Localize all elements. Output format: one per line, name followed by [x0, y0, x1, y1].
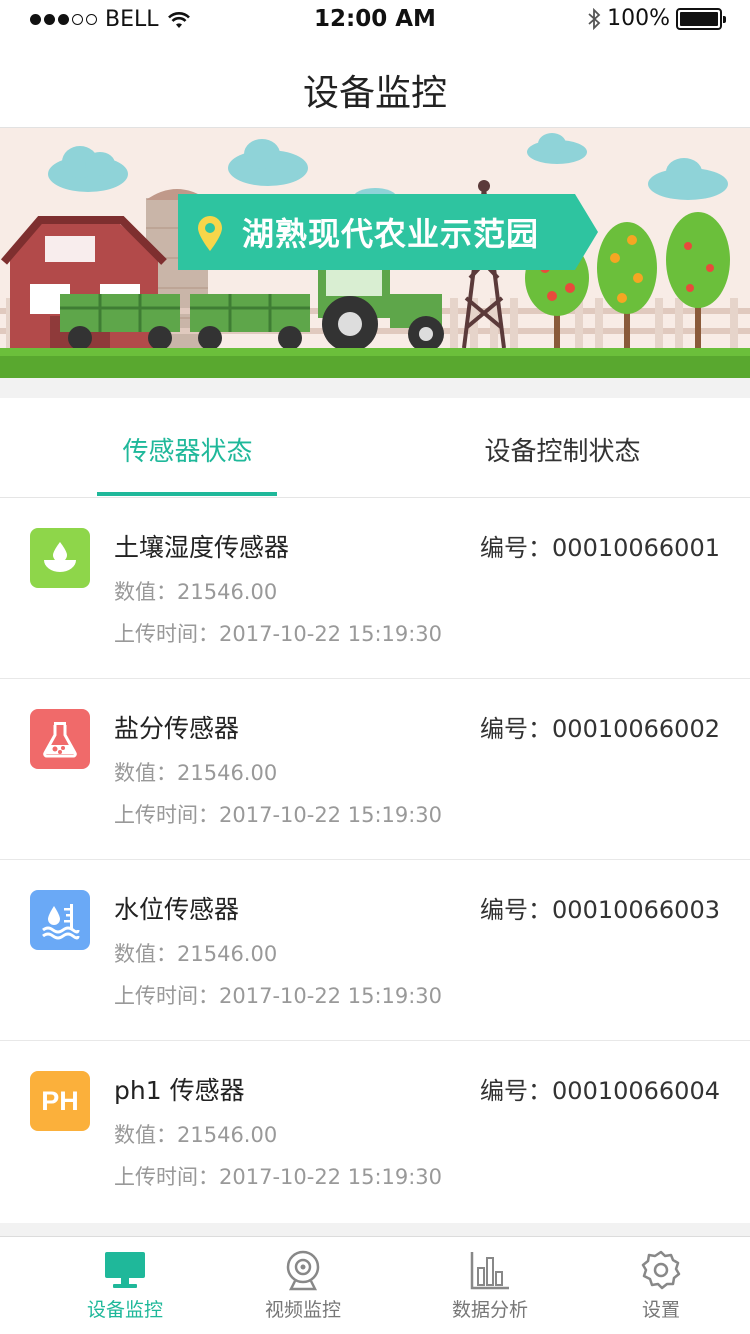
upload-time: 上传时间：2017-10-22 15:19:30: [114, 984, 443, 1008]
bottom-tab-bar: 设备监控 视频监控 数据分析 设置: [0, 1236, 750, 1334]
soil-moisture-icon: [30, 528, 90, 588]
sensor-list: 土壤湿度传感器 数值：21546.00 上传时间：2017-10-22 15:1…: [0, 498, 750, 1223]
navigation-bar: 设备监控: [0, 40, 750, 128]
list-item[interactable]: 盐分传感器 数值：21546.00 上传时间：2017-10-22 15:19:…: [0, 679, 750, 860]
gear-icon: [640, 1249, 682, 1291]
ph-icon: PH: [30, 1071, 90, 1131]
sensor-code: 编号：00010066002: [480, 715, 720, 743]
active-tab-indicator: [97, 492, 277, 496]
sensor-value: 数值：21546.00: [114, 942, 278, 966]
tabbar-label: 设备监控: [86, 1299, 163, 1321]
sensor-value: 数值：21546.00: [114, 761, 278, 785]
upload-time: 上传时间：2017-10-22 15:19:30: [114, 1165, 443, 1189]
status-bar: BELL 12:00 AM 100%: [0, 0, 750, 40]
sensor-name: 水位传感器: [114, 895, 240, 924]
tabbar-label: 视频监控: [264, 1299, 341, 1321]
sensor-name: 盐分传感器: [114, 714, 240, 743]
list-item[interactable]: 水位传感器 数值：21546.00 上传时间：2017-10-22 15:19:…: [0, 860, 750, 1041]
sensor-code: 编号：00010066004: [480, 1077, 720, 1105]
battery-icon: [676, 7, 726, 30]
page-title: 设备监控: [302, 73, 447, 114]
tabbar-label: 设置: [641, 1299, 680, 1321]
sensor-name: 土壤湿度传感器: [114, 533, 290, 562]
bar-chart-icon: [469, 1249, 511, 1291]
battery-area: 100%: [587, 6, 726, 31]
upload-time: 上传时间：2017-10-22 15:19:30: [114, 622, 443, 646]
tabbar-item-video-monitor[interactable]: 视频监控: [243, 1237, 363, 1334]
webcam-icon: [283, 1249, 323, 1291]
salinity-flask-icon: [30, 709, 90, 769]
tab-device-control-status[interactable]: 设备控制状态: [375, 398, 750, 498]
list-item[interactable]: PH ph1 传感器 数值：21546.00 上传时间：2017-10-22 1…: [0, 1041, 750, 1223]
sensor-code: 编号：00010066001: [480, 534, 720, 562]
tabbar-label: 数据分析: [451, 1299, 528, 1321]
battery-percent: 100%: [607, 6, 670, 31]
farm-banner[interactable]: 湖熟现代农业示范园: [0, 128, 750, 378]
list-item[interactable]: 土壤湿度传感器 数值：21546.00 上传时间：2017-10-22 15:1…: [0, 498, 750, 679]
tab-sensor-status[interactable]: 传感器状态: [0, 398, 375, 498]
water-level-icon: [30, 890, 90, 950]
tabbar-item-settings[interactable]: 设置: [601, 1237, 721, 1334]
tabbar-item-device-monitor[interactable]: 设备监控: [65, 1237, 185, 1334]
monitor-icon: [103, 1249, 147, 1291]
upload-time: 上传时间：2017-10-22 15:19:30: [114, 803, 443, 827]
sensor-value: 数值：21546.00: [114, 580, 278, 604]
bluetooth-icon: [588, 7, 601, 30]
sensor-value: 数值：21546.00: [114, 1123, 278, 1147]
sensor-name: ph1 传感器: [114, 1076, 245, 1105]
tabbar-item-data-analysis[interactable]: 数据分析: [430, 1237, 550, 1334]
sensor-code: 编号：00010066003: [480, 896, 720, 924]
status-tabs: 传感器状态 设备控制状态: [0, 398, 750, 498]
banner-title: 湖熟现代农业示范园: [242, 215, 540, 253]
